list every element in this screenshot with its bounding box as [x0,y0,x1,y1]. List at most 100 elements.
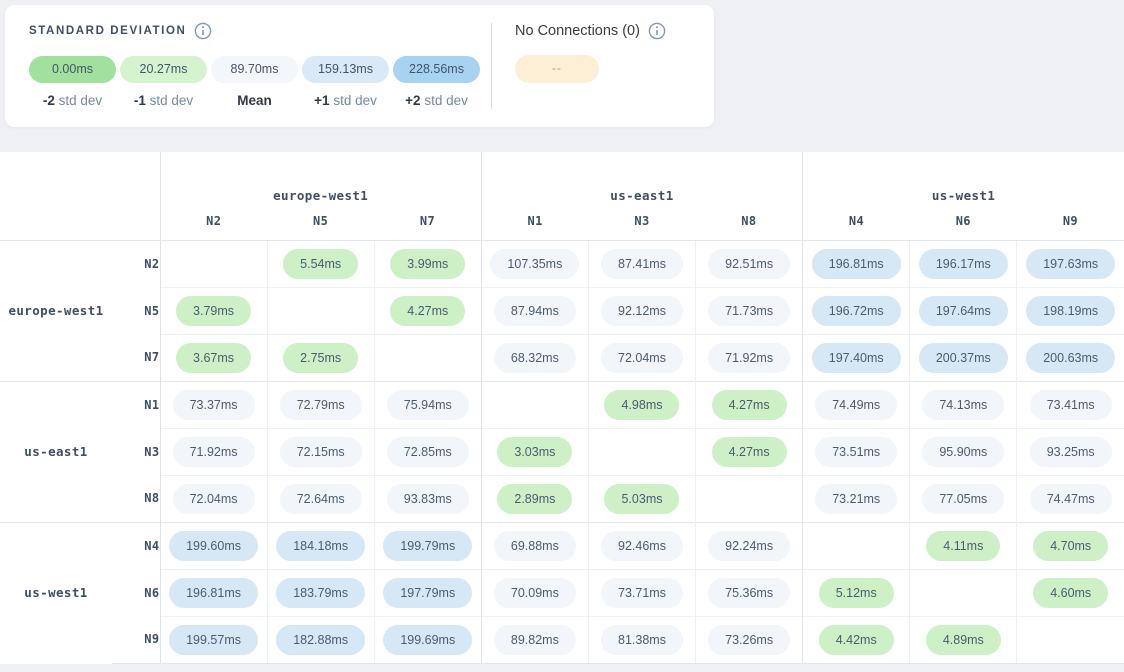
row-region-label: us-west1 [0,522,112,663]
latency-pill[interactable]: 71.92ms [173,437,255,467]
legend-card: STANDARD DEVIATION 0.00ms -2 std dev 20.… [5,5,714,127]
latency-pill[interactable]: 5.03ms [604,484,679,514]
latency-pill[interactable]: 199.69ms [383,625,472,655]
info-icon[interactable] [648,22,666,40]
latency-pill[interactable]: 107.35ms [490,249,579,279]
diagonal-empty-cell [160,240,267,287]
node-column-header: N3 [588,212,695,240]
latency-cell: 3.67ms [160,334,267,381]
latency-pill[interactable]: 197.40ms [812,343,901,373]
latency-pill[interactable]: 74.13ms [922,390,1004,420]
latency-pill[interactable]: 196.72ms [812,296,901,326]
latency-cell: 92.51ms [696,240,803,287]
latency-pill[interactable]: 72.04ms [601,343,683,373]
latency-pill[interactable]: 4.11ms [926,531,1000,561]
latency-pill[interactable]: 3.03ms [497,437,572,467]
latency-pill[interactable]: 197.64ms [919,296,1008,326]
latency-pill[interactable]: 3.67ms [176,343,251,373]
latency-cell: 2.89ms [481,475,588,522]
latency-pill[interactable]: 196.81ms [812,249,901,279]
latency-pill[interactable]: 4.98ms [604,390,679,420]
latency-pill[interactable]: 87.94ms [494,296,576,326]
latency-cell: 197.40ms [803,334,910,381]
latency-pill[interactable]: 72.15ms [280,437,362,467]
latency-pill[interactable]: 73.21ms [815,484,897,514]
latency-cell: 200.37ms [910,334,1017,381]
latency-cell: 5.12ms [803,569,910,616]
latency-pill[interactable]: 4.27ms [390,296,465,326]
latency-pill[interactable]: 5.54ms [283,249,358,279]
latency-pill[interactable]: 184.18ms [276,531,365,561]
latency-pill[interactable]: 197.79ms [383,578,472,608]
latency-pill[interactable]: 2.75ms [283,343,358,373]
latency-pill[interactable]: 182.88ms [276,625,365,655]
latency-pill[interactable]: 197.63ms [1026,249,1115,279]
latency-pill[interactable]: 73.26ms [708,625,790,655]
latency-pill[interactable]: 72.04ms [173,484,255,514]
latency-pill[interactable]: 200.37ms [919,343,1008,373]
latency-pill[interactable]: 73.51ms [815,437,897,467]
latency-pill[interactable]: 198.19ms [1026,296,1115,326]
latency-pill[interactable]: 81.38ms [601,625,683,655]
latency-pill[interactable]: 196.81ms [169,578,258,608]
matrix-row: europe-west1N25.54ms3.99ms107.35ms87.41m… [0,240,1124,287]
latency-pill[interactable]: 75.36ms [708,578,790,608]
latency-pill[interactable]: 74.49ms [815,390,897,420]
latency-pill[interactable]: 95.90ms [922,437,1004,467]
latency-cell: 68.32ms [481,334,588,381]
latency-pill[interactable]: 92.12ms [601,296,683,326]
latency-pill[interactable]: 4.60ms [1033,578,1108,608]
latency-pill[interactable]: 72.64ms [280,484,362,514]
latency-pill[interactable]: 4.27ms [712,390,787,420]
latency-pill[interactable]: 74.47ms [1030,484,1112,514]
latency-cell: 72.15ms [267,428,374,475]
latency-pill[interactable]: 72.79ms [280,390,362,420]
row-node-label: N9 [112,616,160,663]
latency-pill[interactable]: 92.46ms [601,531,683,561]
latency-pill[interactable]: 93.83ms [387,484,469,514]
latency-pill[interactable]: 199.60ms [169,531,258,561]
latency-pill[interactable]: 71.73ms [708,296,790,326]
latency-pill[interactable]: 200.63ms [1026,343,1115,373]
matrix-row: us-east1N173.37ms72.79ms75.94ms4.98ms4.2… [0,381,1124,428]
node-column-header: N4 [803,212,910,240]
latency-pill[interactable]: 2.89ms [497,484,572,514]
latency-pill[interactable]: 92.24ms [708,531,790,561]
std-dev-stop: 20.27ms -1 std dev [120,56,207,108]
latency-pill[interactable]: 3.79ms [176,296,251,326]
latency-pill[interactable]: 69.88ms [494,531,576,561]
latency-cell: 196.17ms [910,240,1017,287]
node-column-header: N8 [696,212,803,240]
latency-pill[interactable]: 77.05ms [922,484,1004,514]
latency-pill[interactable]: 4.70ms [1033,531,1108,561]
no-connection-pill: -- [515,55,599,83]
matrix-row: N53.79ms4.27ms87.94ms92.12ms71.73ms196.7… [0,287,1124,334]
latency-pill[interactable]: 89.82ms [494,625,576,655]
latency-pill[interactable]: 5.12ms [819,578,894,608]
latency-cell: 4.89ms [910,616,1017,663]
latency-cell: 72.64ms [267,475,374,522]
latency-pill[interactable]: 73.71ms [601,578,683,608]
latency-pill[interactable]: 87.41ms [601,249,683,279]
latency-pill[interactable]: 72.85ms [387,437,469,467]
latency-pill[interactable]: 4.42ms [819,625,894,655]
node-column-header: N5 [267,212,374,240]
row-region-label: us-east1 [0,381,112,522]
latency-pill[interactable]: 199.57ms [169,625,258,655]
latency-pill[interactable]: 92.51ms [708,249,790,279]
latency-pill[interactable]: 199.79ms [383,531,472,561]
latency-pill[interactable]: 3.99ms [390,249,465,279]
latency-pill[interactable]: 71.92ms [708,343,790,373]
info-icon[interactable] [194,22,212,40]
latency-pill[interactable]: 73.41ms [1030,390,1112,420]
latency-pill[interactable]: 4.27ms [712,437,787,467]
latency-pill[interactable]: 183.79ms [276,578,365,608]
latency-pill[interactable]: 75.94ms [387,390,469,420]
latency-cell: 71.92ms [696,334,803,381]
latency-pill[interactable]: 68.32ms [494,343,576,373]
latency-pill[interactable]: 4.89ms [926,625,1001,655]
latency-pill[interactable]: 73.37ms [173,390,255,420]
latency-pill[interactable]: 70.09ms [494,578,576,608]
latency-pill[interactable]: 93.25ms [1030,437,1112,467]
latency-pill[interactable]: 196.17ms [919,249,1008,279]
